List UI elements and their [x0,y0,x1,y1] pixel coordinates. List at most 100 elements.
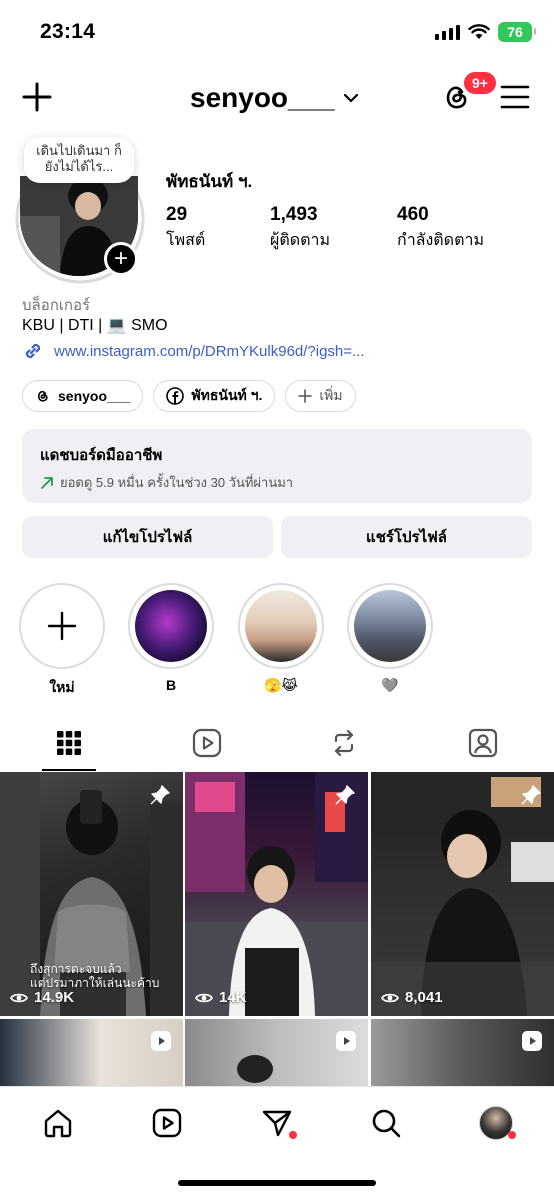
menu-icon[interactable] [500,84,530,110]
share-profile-button[interactable]: แชร์โปรไฟล์ [281,516,532,558]
nav-reels[interactable] [149,1105,185,1141]
highlight-label: 🫣😹 [264,677,298,693]
status-bar: 23:14 76 [0,0,554,64]
highlight-cover [245,590,317,662]
stat-posts-label: โพสต์ [166,232,206,249]
dashboard-subtitle-row: ยอดดู 5.9 หมื่น ครั้งในช่วง 30 วันที่ผ่า… [40,472,514,493]
dashboard-subtitle: ยอดดู 5.9 หมื่น ครั้งในช่วง 30 วันที่ผ่า… [60,475,294,490]
reel-icon [336,1031,356,1051]
wifi-icon [468,24,490,39]
stat-posts[interactable]: 29 โพสต์ [166,204,205,253]
search-icon [372,1109,401,1138]
highlight-label: ใหม่ [49,679,75,695]
nav-search[interactable] [368,1105,404,1141]
post-tile[interactable] [185,1019,368,1087]
home-icon [44,1109,72,1138]
highlight-new-circle [19,583,105,669]
eye-icon [10,993,28,1002]
highlight-item[interactable]: 🩶 [347,583,433,694]
stat-followers[interactable]: 1,493 ผู้ติดตาม [270,204,330,253]
post-tile[interactable] [371,1019,554,1087]
pin-icon [335,785,355,805]
highlight-label: 🩶 [381,677,399,693]
chip-threads[interactable]: senyoo___ [22,380,144,412]
chip-facebook[interactable]: พัทธนันท์ ฯ. [153,380,276,412]
add-story-button[interactable]: + [104,242,138,276]
pin-icon [521,785,541,805]
reel-icon [151,1031,171,1051]
plus-icon [298,389,313,403]
reel-icon [522,1031,542,1051]
post-views: 14.9K [10,989,74,1006]
stat-following[interactable]: 460 กำลังติดตาม [397,204,484,253]
post-tile[interactable]: 14K [185,772,368,1016]
profile-notification-dot [508,1131,516,1139]
highlight-cover [135,590,207,662]
create-plus-icon[interactable] [20,80,54,114]
grid-icon [57,731,81,755]
account-switcher[interactable]: senyoo___ [190,82,359,114]
highlight-cover [354,590,426,662]
post-views: 8,041 [381,989,443,1006]
post-view-count: 14.9K [34,989,75,1006]
stat-followers-value: 1,493 [270,204,318,225]
tab-reposts[interactable] [317,720,371,766]
plus-icon [47,611,77,641]
status-icons: 76 [435,22,536,42]
post-tile[interactable]: ถึงสุการตะจบแล้ว แต่ปรมาภาให้เล่นนะค้าบ … [0,772,183,1016]
notification-badge: 9+ [462,70,498,96]
home-indicator [178,1180,376,1186]
stat-posts-value: 29 [166,204,188,225]
post-tile[interactable]: 8,041 [371,772,554,1016]
highlight-ring [238,583,324,669]
highlight-item[interactable]: 🫣😹 [238,583,324,694]
professional-dashboard[interactable]: แดชบอร์ดมืออาชีพ ยอดดู 5.9 หมื่น ครั้งใน… [22,429,532,503]
status-time: 23:14 [40,20,96,43]
profile-bio: KBU | DTI | 💻 SMO [22,317,168,334]
threads-icon [37,390,48,402]
eye-icon [381,993,399,1002]
pin-icon [150,785,170,805]
tagged-icon [468,728,498,758]
cellular-signal-icon [435,24,460,40]
post-view-count: 8,041 [405,989,443,1006]
stat-followers-label: ผู้ติดตาม [270,232,331,249]
profile-actions: แก้ไขโปรไฟล์ แชร์โปรไฟล์ [22,516,532,558]
profile-link-text: www.instagram.com/p/DRmYKulk96d/?igsh=..… [54,342,365,360]
post-caption-line: แต่ปรมาภาให้เล่นนะค้าบ [30,976,160,990]
battery-indicator: 76 [498,22,536,42]
profile-link[interactable]: www.instagram.com/p/DRmYKulk96d/?igsh=..… [22,340,365,362]
highlight-new[interactable]: ใหม่ [19,583,105,699]
highlight-item[interactable]: B [128,583,214,693]
profile-header: senyoo___ 9+ [0,64,554,134]
post-view-count: 14K [219,989,247,1006]
chip-facebook-label: พัทธนันท์ ฯ. [191,387,263,403]
stat-following-value: 460 [397,204,429,225]
tab-reels[interactable] [180,720,234,766]
note-bubble[interactable]: เดินไปเดินมา ก็ยังไม่ได้ไร... [24,137,134,183]
post-photo [185,772,368,1016]
tab-tagged[interactable] [456,720,510,766]
edit-profile-button[interactable]: แก้ไขโปรไฟล์ [22,516,273,558]
header-username: senyoo___ [190,82,335,113]
full-name: พัทธนันท์ ฯ. [166,172,253,191]
stat-following-label: กำลังติดตาม [397,232,484,249]
nav-home[interactable] [40,1105,76,1141]
facebook-icon [166,387,185,405]
active-tab-indicator [42,769,96,771]
reels-icon [192,728,222,758]
profile-category: บล็อกเกอร์ [22,297,91,314]
chip-add-label: เพิ่ม [319,387,343,403]
trend-up-icon [41,476,53,489]
post-caption: ถึงสุการตะจบแล้ว แต่ปรมาภาให้เล่นนะค้าบ [30,962,159,990]
reels-icon [152,1108,182,1138]
highlight-label: B [165,677,177,693]
post-tile[interactable] [0,1019,183,1087]
chip-add[interactable]: เพิ่ม [285,380,356,412]
dashboard-title: แดชบอร์ดมืออาชีพ [40,447,163,464]
post-photo [371,772,554,1016]
post-views: 14K [195,989,247,1006]
highlight-ring [347,583,433,669]
tab-grid[interactable] [42,720,96,766]
eye-icon [195,993,213,1002]
